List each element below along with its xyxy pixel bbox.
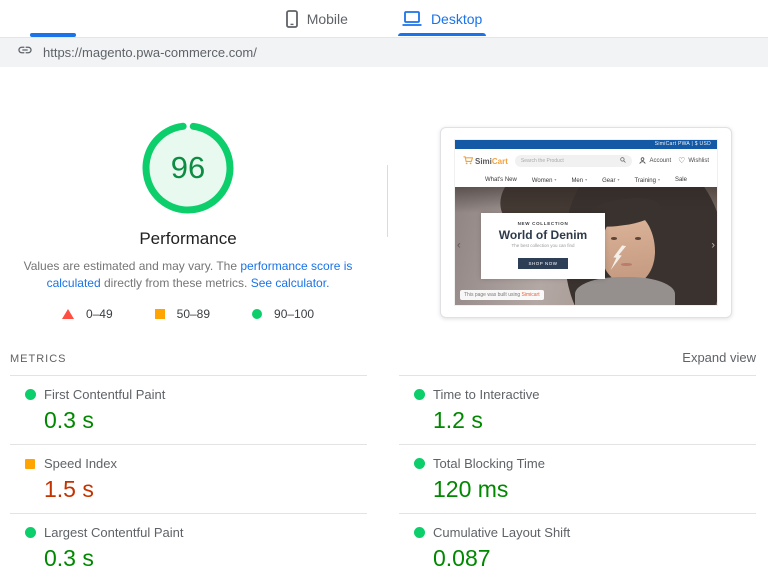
link-icon (17, 42, 33, 63)
pass-circle-icon (25, 389, 36, 400)
hero-card: NEW COLLECTION World of Denim The best c… (481, 213, 605, 279)
site-nav: What's New Women Men Gear Training Sale (455, 173, 717, 187)
site-logo: SimiCart (463, 152, 508, 170)
analyzed-url[interactable]: https://magento.pwa-commerce.com/ (43, 45, 257, 60)
site-nav-item: Training (634, 177, 659, 184)
desc-text-1: Values are estimated and may vary. The (24, 259, 241, 273)
hero-subtitle: The best collection you can find (486, 243, 600, 248)
device-tabs: Mobile Desktop (0, 0, 768, 37)
vertical-divider (387, 165, 388, 237)
page-thumbnail[interactable]: SimiCart PWA | $ USD SimiCart Search the… (440, 127, 732, 318)
site-search-bar: Search the Product (515, 155, 633, 167)
heart-icon: ♡ (678, 157, 685, 165)
site-screenshot: SimiCart PWA | $ USD SimiCart Search the… (454, 139, 718, 306)
metric-value: 0.3 s (44, 547, 367, 567)
site-nav-item: Men (571, 177, 587, 184)
performance-title: Performance (0, 229, 376, 249)
legend-pass: 90–100 (252, 307, 314, 321)
metrics-heading: METRICS (10, 353, 67, 365)
site-topbar: SimiCart PWA | $ USD (455, 140, 717, 149)
metric-speed-index: Speed Index 1.5 s (10, 444, 367, 513)
laptop-icon (402, 11, 422, 27)
metric-cumulative-layout-shift: Cumulative Layout Shift 0.087 (399, 513, 756, 567)
pass-circle-icon (414, 458, 425, 469)
carousel-next-icon: › (711, 241, 715, 252)
metrics-section: METRICS Expand view First Contentful Pai… (10, 350, 756, 567)
legend-pass-label: 90–100 (274, 307, 314, 321)
site-logo-text: SimiCart (475, 157, 508, 166)
pagespeed-report: Mobile Desktop https://magento.pwa-comme… (0, 0, 768, 567)
performance-gauge: 96 (140, 120, 236, 216)
shop-now-button: SHOP NOW (518, 258, 569, 269)
site-header: SimiCart Search the Product Account ♡ (455, 149, 717, 173)
hero-shadow (455, 187, 717, 213)
site-account-label: Account (649, 158, 671, 164)
built-with-notice: This page was built using Simicart (460, 290, 544, 300)
performance-summary: 96 Performance Values are estimated and … (0, 120, 376, 321)
tab-desktop[interactable]: Desktop (398, 0, 486, 37)
legend-average: 50–89 (155, 307, 210, 321)
metrics-grid: First Contentful Paint 0.3 s Speed Index… (10, 375, 756, 567)
metrics-header: METRICS Expand view (10, 350, 756, 372)
metric-total-blocking-time: Total Blocking Time 120 ms (399, 444, 756, 513)
pass-circle-icon (414, 389, 425, 400)
model-eye (635, 237, 641, 240)
legend-fail: 0–49 (62, 307, 113, 321)
hero-eyebrow: NEW COLLECTION (486, 221, 600, 226)
metrics-column-left: First Contentful Paint 0.3 s Speed Index… (10, 375, 367, 567)
model-eye (611, 237, 617, 240)
metrics-column-right: Time to Interactive 1.2 s Total Blocking… (399, 375, 756, 567)
model-sweater (575, 277, 675, 305)
cart-logo-icon (463, 152, 473, 170)
see-calculator-link[interactable]: See calculator. (251, 276, 330, 290)
expand-view-link[interactable]: Expand view (682, 350, 756, 365)
site-nav-item: Gear (602, 177, 619, 184)
phone-icon (286, 10, 298, 28)
tab-desktop-label: Desktop (431, 11, 482, 27)
score-legend: 0–49 50–89 90–100 (0, 307, 376, 321)
metric-value: 0.087 (433, 547, 756, 567)
pass-circle-icon (414, 527, 425, 538)
metric-largest-contentful-paint: Largest Contentful Paint 0.3 s (10, 513, 367, 567)
performance-score: 96 (140, 120, 236, 216)
site-account: Account (639, 157, 671, 166)
carousel-prev-icon: ‹ (457, 241, 461, 252)
pass-circle-icon (25, 527, 36, 538)
metric-value: 1.2 s (433, 409, 756, 432)
hero-title: World of Denim (486, 228, 600, 242)
tab-mobile[interactable]: Mobile (282, 0, 352, 37)
site-search-placeholder: Search the Product (521, 158, 564, 164)
url-bar: https://magento.pwa-commerce.com/ (0, 37, 768, 67)
desc-text-2: directly from these metrics. (101, 276, 251, 290)
fail-triangle-icon (62, 309, 74, 319)
score-description: Values are estimated and may vary. The p… (12, 258, 364, 292)
metric-time-to-interactive: Time to Interactive 1.2 s (399, 375, 756, 444)
site-nav-item: What's New (485, 177, 517, 183)
site-nav-item: Women (532, 177, 557, 184)
magnifier-icon (620, 157, 626, 165)
average-square-icon (25, 459, 35, 469)
account-icon (639, 157, 646, 166)
site-topbar-text: SimiCart PWA | $ USD (655, 141, 711, 147)
metric-value: 1.5 s (44, 478, 367, 501)
legend-average-label: 50–89 (177, 307, 210, 321)
metric-value: 0.3 s (44, 409, 367, 432)
tab-mobile-label: Mobile (307, 11, 348, 27)
pass-circle-icon (252, 309, 262, 319)
average-square-icon (155, 309, 165, 319)
metric-value: 120 ms (433, 478, 756, 501)
metric-first-contentful-paint: First Contentful Paint 0.3 s (10, 375, 367, 444)
hero-banner: NEW COLLECTION World of Denim The best c… (455, 187, 717, 305)
site-wishlist-label: Wishlist (688, 158, 709, 164)
site-wishlist: ♡ Wishlist (678, 157, 709, 165)
legend-fail-label: 0–49 (86, 307, 113, 321)
site-nav-item: Sale (675, 177, 687, 183)
